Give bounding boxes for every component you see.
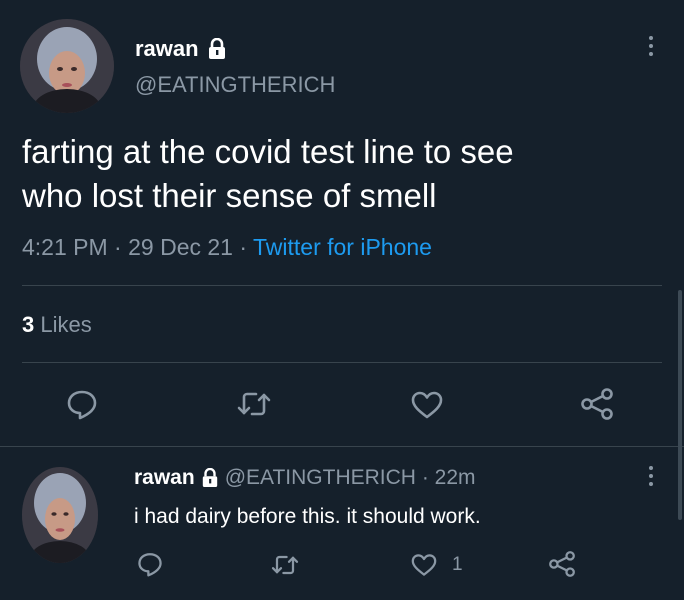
tweet-text-line: who lost their sense of smell [22,177,437,214]
divider [22,362,662,363]
tweet-time[interactable]: 4:21 PM [22,234,108,260]
reply-icon [67,390,97,420]
likes-count: 3 [22,312,35,337]
reply-timestamp: 22m [434,466,476,489]
reply-author-handle[interactable]: @EATINGTHERICH · 22m [225,466,476,490]
retweet-button[interactable] [271,553,299,577]
like-icon [411,391,443,419]
lock-icon [201,467,219,488]
reply-text: i had dairy before this. it should work. [134,505,481,528]
tweet-date[interactable]: 29 Dec 21 [128,234,233,260]
scrollbar[interactable] [678,290,682,520]
author-handle[interactable]: @EATINGTHERICH [135,72,335,98]
likes-link[interactable]: 3 Likes [22,312,92,338]
tweet-text: farting at the covid test line to see wh… [22,130,662,218]
retweet-icon [237,392,271,416]
divider [0,446,684,447]
divider [22,285,662,286]
separator: · [232,234,253,260]
reply-like-count: 1 [452,554,463,575]
reply-button[interactable] [66,388,98,420]
like-button[interactable] [410,390,444,420]
avatar[interactable] [20,19,114,113]
retweet-button[interactable] [237,389,271,419]
tweet-text-line: farting at the covid test line to see [22,133,514,170]
more-icon[interactable] [645,466,657,486]
separator: · [107,234,129,260]
tweet-detail-screen: rawan @EATINGTHERICH farting at the covi… [0,0,684,600]
reply-header: rawan @EATINGTHERICH · 22m [134,466,476,490]
reply-author-name[interactable]: rawan [134,466,195,490]
reply-handle-text: @EATINGTHERICH [224,466,416,489]
tweet-source-link[interactable]: Twitter for iPhone [253,234,432,260]
reply-button[interactable] [137,551,163,577]
like-button[interactable] [410,553,438,577]
share-icon [549,551,575,577]
like-icon [411,554,437,576]
more-icon[interactable] [645,36,657,56]
likes-label: Likes [40,312,92,337]
lock-icon [207,37,227,60]
author-name[interactable]: rawan [135,36,199,62]
avatar-image [20,19,114,113]
share-icon [581,388,613,420]
tweet-metadata: 4:21 PM · 29 Dec 21 · Twitter for iPhone [22,234,432,261]
reply-icon [138,553,162,577]
reply-avatar[interactable] [22,467,98,563]
share-button[interactable] [548,551,576,577]
author-row: rawan [135,36,227,62]
retweet-icon [271,555,299,575]
separator: · [415,466,435,489]
share-button[interactable] [580,388,614,420]
avatar-image [22,467,98,563]
